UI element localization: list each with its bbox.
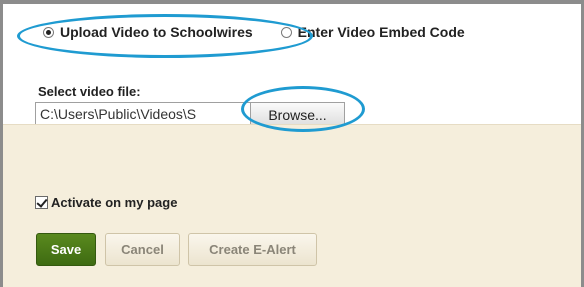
- video-upload-form: Upload Video to Schoolwires Enter Video …: [0, 0, 584, 287]
- upload-panel: Upload Video to Schoolwires Enter Video …: [3, 4, 581, 127]
- activate-label[interactable]: Activate on my page: [51, 195, 177, 210]
- save-button[interactable]: Save: [36, 233, 96, 266]
- activate-checkbox[interactable]: [35, 196, 48, 209]
- video-source-options: Upload Video to Schoolwires Enter Video …: [43, 24, 465, 40]
- activate-option: Activate on my page: [35, 195, 177, 210]
- select-file-label: Select video file:: [38, 84, 141, 99]
- cancel-button[interactable]: Cancel: [105, 233, 180, 266]
- action-buttons: Save Cancel Create E-Alert: [36, 233, 317, 266]
- upload-radio-label[interactable]: Upload Video to Schoolwires: [60, 24, 253, 40]
- create-ealert-button[interactable]: Create E-Alert: [188, 233, 317, 266]
- embed-radio-label[interactable]: Enter Video Embed Code: [298, 24, 465, 40]
- upload-radio[interactable]: [43, 26, 54, 38]
- embed-radio[interactable]: [280, 26, 292, 38]
